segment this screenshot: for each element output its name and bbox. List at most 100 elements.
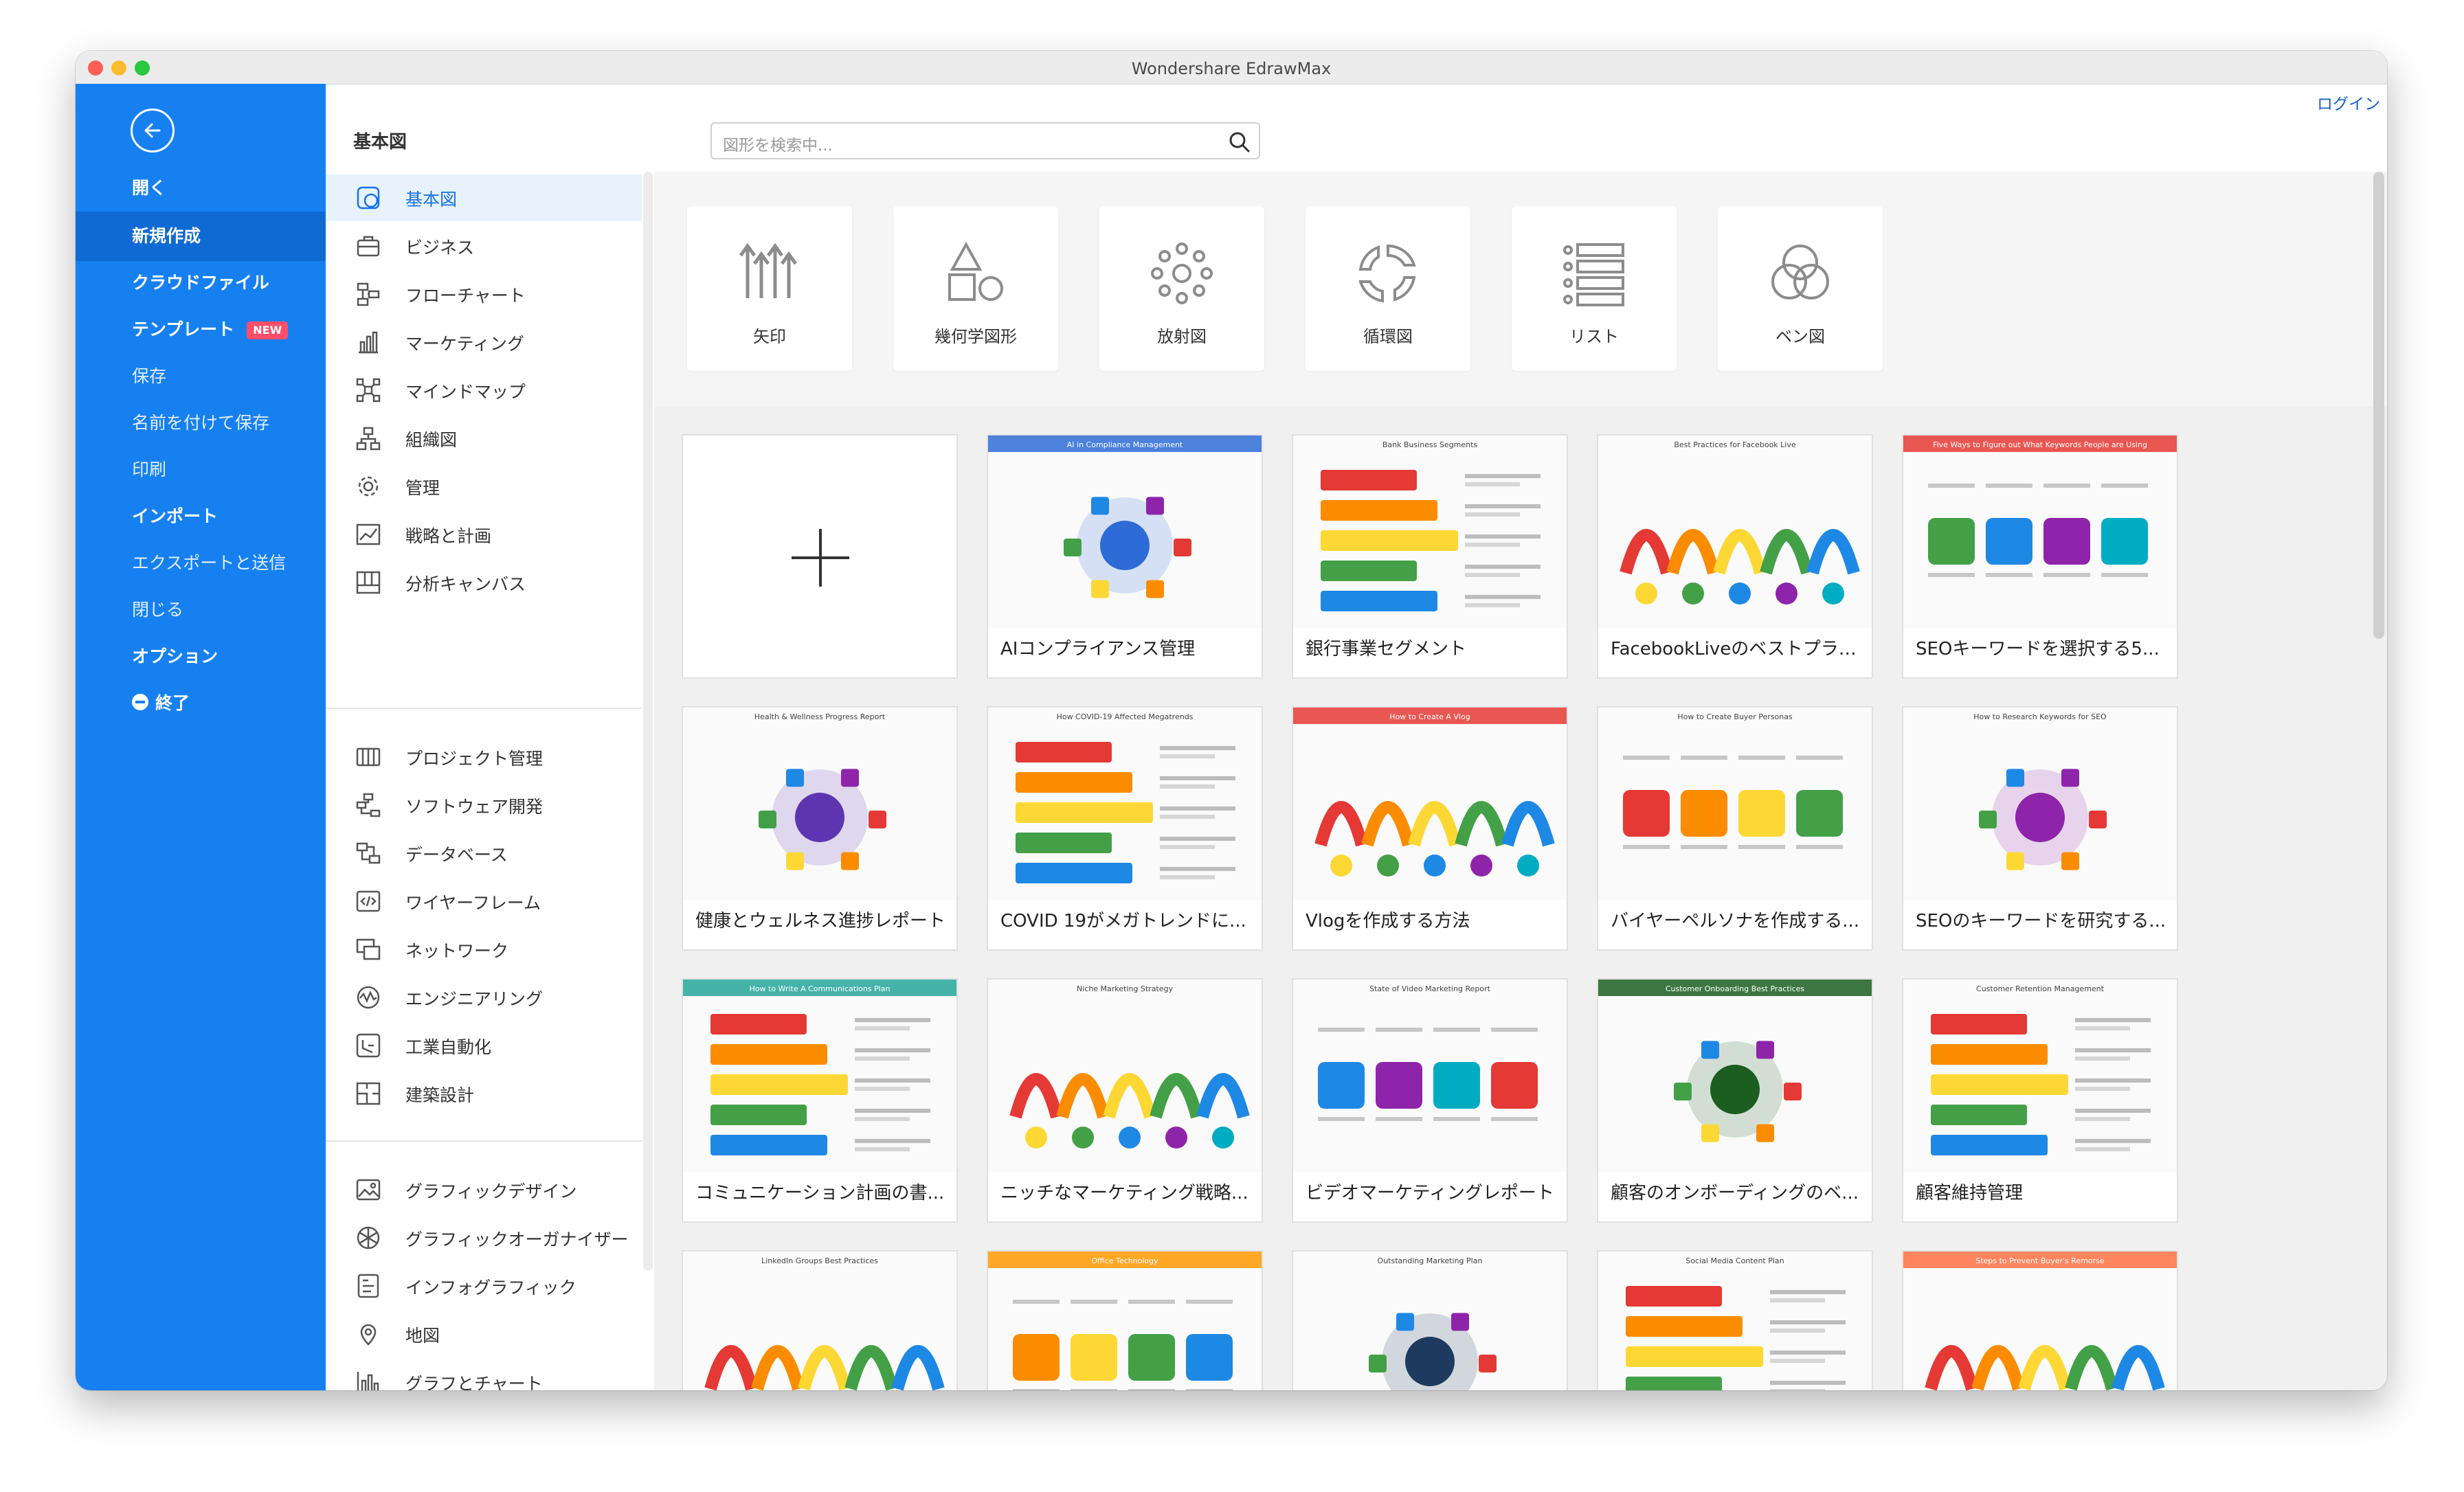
template-card[interactable]: Best Practices for Facebook Live Facebook… <box>1597 434 1873 679</box>
template-thumbnail: Five Ways to Figure out What Keywords Pe… <box>1903 436 2177 628</box>
category-group3-1[interactable]: グラフィックオーガナイザー <box>326 1214 642 1261</box>
category-group1-4[interactable]: マインドマップ <box>326 367 642 414</box>
shape-card-list[interactable]: リスト <box>1512 206 1677 371</box>
template-card[interactable]: How to Write A Communications Plan コミュニケー… <box>682 978 958 1223</box>
category-group3-2[interactable]: インフォグラフィック <box>326 1263 642 1309</box>
shape-card-radial[interactable]: 放射図 <box>1099 206 1264 371</box>
template-card[interactable]: Customer Retention Management 顧客維持管理 <box>1902 978 2178 1223</box>
thumbnail-title: Health & Wellness Progress Report <box>754 712 886 721</box>
template-card[interactable]: LinkedIn Groups Best Practices <box>682 1250 958 1390</box>
template-card[interactable]: Outstanding Marketing Plan <box>1292 1250 1568 1390</box>
template-card[interactable]: AI in Compliance Management AIコンプライアンス管理 <box>987 434 1263 679</box>
category-label: ビジネス <box>405 238 475 258</box>
category-group2-2[interactable]: データベース <box>326 830 642 877</box>
category-group1-1[interactable]: ビジネス <box>326 223 642 269</box>
template-card[interactable]: Customer Onboarding Best Practices 顧客のオンボ… <box>1597 978 1873 1223</box>
template-label: 健康とウェルネス進捗レポート <box>695 911 946 931</box>
category-group2-3[interactable]: ワイヤーフレーム <box>326 878 642 925</box>
category-label: グラフとチャート <box>405 1374 543 1390</box>
category-scrollbar[interactable] <box>643 172 653 1271</box>
template-thumbnail: How to Create Buyer Personas <box>1598 708 1872 900</box>
template-thumbnail: How to Research Keywords for SEO <box>1903 708 2177 900</box>
thumbnail-title: State of Video Marketing Report <box>1369 984 1490 993</box>
infographic-icon <box>356 1274 381 1298</box>
blank-template-card[interactable] <box>682 434 958 679</box>
sidebar-item-label: 印刷 <box>132 460 167 479</box>
category-group3-3[interactable]: 地図 <box>326 1311 642 1357</box>
sidebar-item-7[interactable]: インポート <box>76 492 326 541</box>
template-grid: AI in Compliance Management AIコンプライアンス管理 B… <box>654 407 2387 1390</box>
category-label: フローチャート <box>405 286 526 306</box>
category-group1-5[interactable]: 組織図 <box>326 415 642 462</box>
category-group1-0[interactable]: 基本図 <box>326 174 642 221</box>
title-bar: Wondershare EdrawMax <box>76 51 2387 84</box>
sidebar-item-11[interactable]: 終了 <box>76 679 326 728</box>
template-card[interactable]: How COVID-19 Affected Megatrends COVID 19… <box>987 706 1263 951</box>
category-group2-0[interactable]: プロジェクト管理 <box>326 734 642 780</box>
sidebar-item-label: 保存 <box>132 366 167 386</box>
template-card[interactable]: How to Create A Vlog Vlogを作成する方法 <box>1292 706 1568 951</box>
sidebar-item-9[interactable]: 閉じる <box>76 585 326 635</box>
plus-icon-vertical <box>819 529 822 587</box>
template-card[interactable]: How to Research Keywords for SEO SEOのキーワー… <box>1902 706 2178 951</box>
login-link[interactable]: ログイン <box>2317 91 2380 114</box>
mindmap-icon <box>356 378 381 403</box>
sidebar-item-2[interactable]: クラウドファイル <box>76 258 326 308</box>
template-thumbnail: Best Practices for Facebook Live <box>1598 436 1872 628</box>
category-group2-4[interactable]: ネットワーク <box>326 926 642 973</box>
category-group3-4[interactable]: グラフとチャート <box>326 1359 642 1390</box>
category-group2-1[interactable]: ソフトウェア開発 <box>326 782 642 828</box>
sidebar-item-8[interactable]: エクスポートと送信 <box>76 539 326 588</box>
template-card[interactable]: Five Ways to Figure out What Keywords Pe… <box>1902 434 2178 679</box>
category-group1-2[interactable]: フローチャート <box>326 271 642 317</box>
shape-card-geometry[interactable]: 幾何学図形 <box>893 206 1058 371</box>
thumbnail-title: Best Practices for Facebook Live <box>1674 440 1796 449</box>
category-group1-6[interactable]: 管理 <box>326 463 642 510</box>
category-group3-0[interactable]: グラフィックデザイン <box>326 1166 642 1213</box>
category-divider <box>326 1140 642 1142</box>
category-group1-8[interactable]: 分析キャンバス <box>326 559 642 606</box>
shape-label: 循環図 <box>1363 327 1413 346</box>
back-button[interactable] <box>131 109 175 152</box>
content-scrollbar[interactable] <box>2373 172 2384 639</box>
industry-icon <box>356 1033 381 1058</box>
shape-card-venn[interactable]: ベン図 <box>1718 206 1883 371</box>
template-card[interactable]: How to Create Buyer Personas バイヤーペルソナを作成す… <box>1597 706 1873 951</box>
category-group1-3[interactable]: マーケティング <box>326 319 642 365</box>
shape-card-cycle[interactable]: 循環図 <box>1306 206 1470 371</box>
template-card[interactable]: Social Media Content Plan <box>1597 1250 1873 1390</box>
thumbnail-title: How to Write A Communications Plan <box>750 984 891 993</box>
template-card[interactable]: Bank Business Segments 銀行事業セグメント <box>1292 434 1568 679</box>
app-window: Wondershare EdrawMax 開く 新規作成 クラウドファイル テンプレー… <box>76 51 2387 1390</box>
search-icon <box>1229 132 1250 152</box>
thumbnail-title: Bank Business Segments <box>1382 440 1478 449</box>
category-group2-7[interactable]: 建築設計 <box>326 1070 642 1117</box>
search-input[interactable]: 図形を検索中... <box>710 122 1260 159</box>
thumbnail-title: How to Create Buyer Personas <box>1677 712 1793 721</box>
category-group1-7[interactable]: 戦略と計画 <box>326 511 642 558</box>
network-icon <box>356 937 381 962</box>
thumbnail-title: Office Technology <box>1091 1256 1158 1265</box>
back-arrow-icon <box>144 123 161 138</box>
sidebar-item-0[interactable]: 開く <box>76 163 326 213</box>
shape-card-arrows[interactable]: 矢印 <box>687 206 852 371</box>
thumbnail-title: Social Media Content Plan <box>1685 1256 1784 1265</box>
category-group2-5[interactable]: エンジニアリング <box>326 974 642 1021</box>
sidebar-item-4[interactable]: 保存 <box>76 352 326 401</box>
sidebar-item-5[interactable]: 名前を付けて保存 <box>76 398 326 448</box>
sidebar-item-label: 閉じる <box>132 600 184 620</box>
template-card[interactable]: Office Technology <box>987 1250 1263 1390</box>
sidebar-item-1[interactable]: 新規作成 <box>76 212 326 261</box>
template-card[interactable]: Steps to Prevent Buyer's Remorse <box>1902 1250 2178 1390</box>
sidebar-item-10[interactable]: オプション <box>76 632 326 681</box>
organizer-icon <box>356 1225 381 1250</box>
template-card[interactable]: State of Video Marketing Report ビデオマーケティン… <box>1292 978 1568 1223</box>
thumbnail-title: LinkedIn Groups Best Practices <box>761 1256 878 1265</box>
thumbnail-title: Outstanding Marketing Plan <box>1378 1256 1483 1265</box>
sidebar-item-6[interactable]: 印刷 <box>76 445 326 495</box>
category-group2-6[interactable]: 工業自動化 <box>326 1022 642 1069</box>
template-card[interactable]: Health & Wellness Progress Report 健康とウェルネ… <box>682 706 958 951</box>
template-card[interactable]: Niche Marketing Strategy ニッチなマーケティング戦略... <box>987 978 1263 1223</box>
sidebar-item-3[interactable]: テンプレート NEW <box>76 305 326 354</box>
basic-shapes-strip: 矢印 幾何学図形 放射図 循環図 リスト ベン図 <box>654 172 2387 407</box>
